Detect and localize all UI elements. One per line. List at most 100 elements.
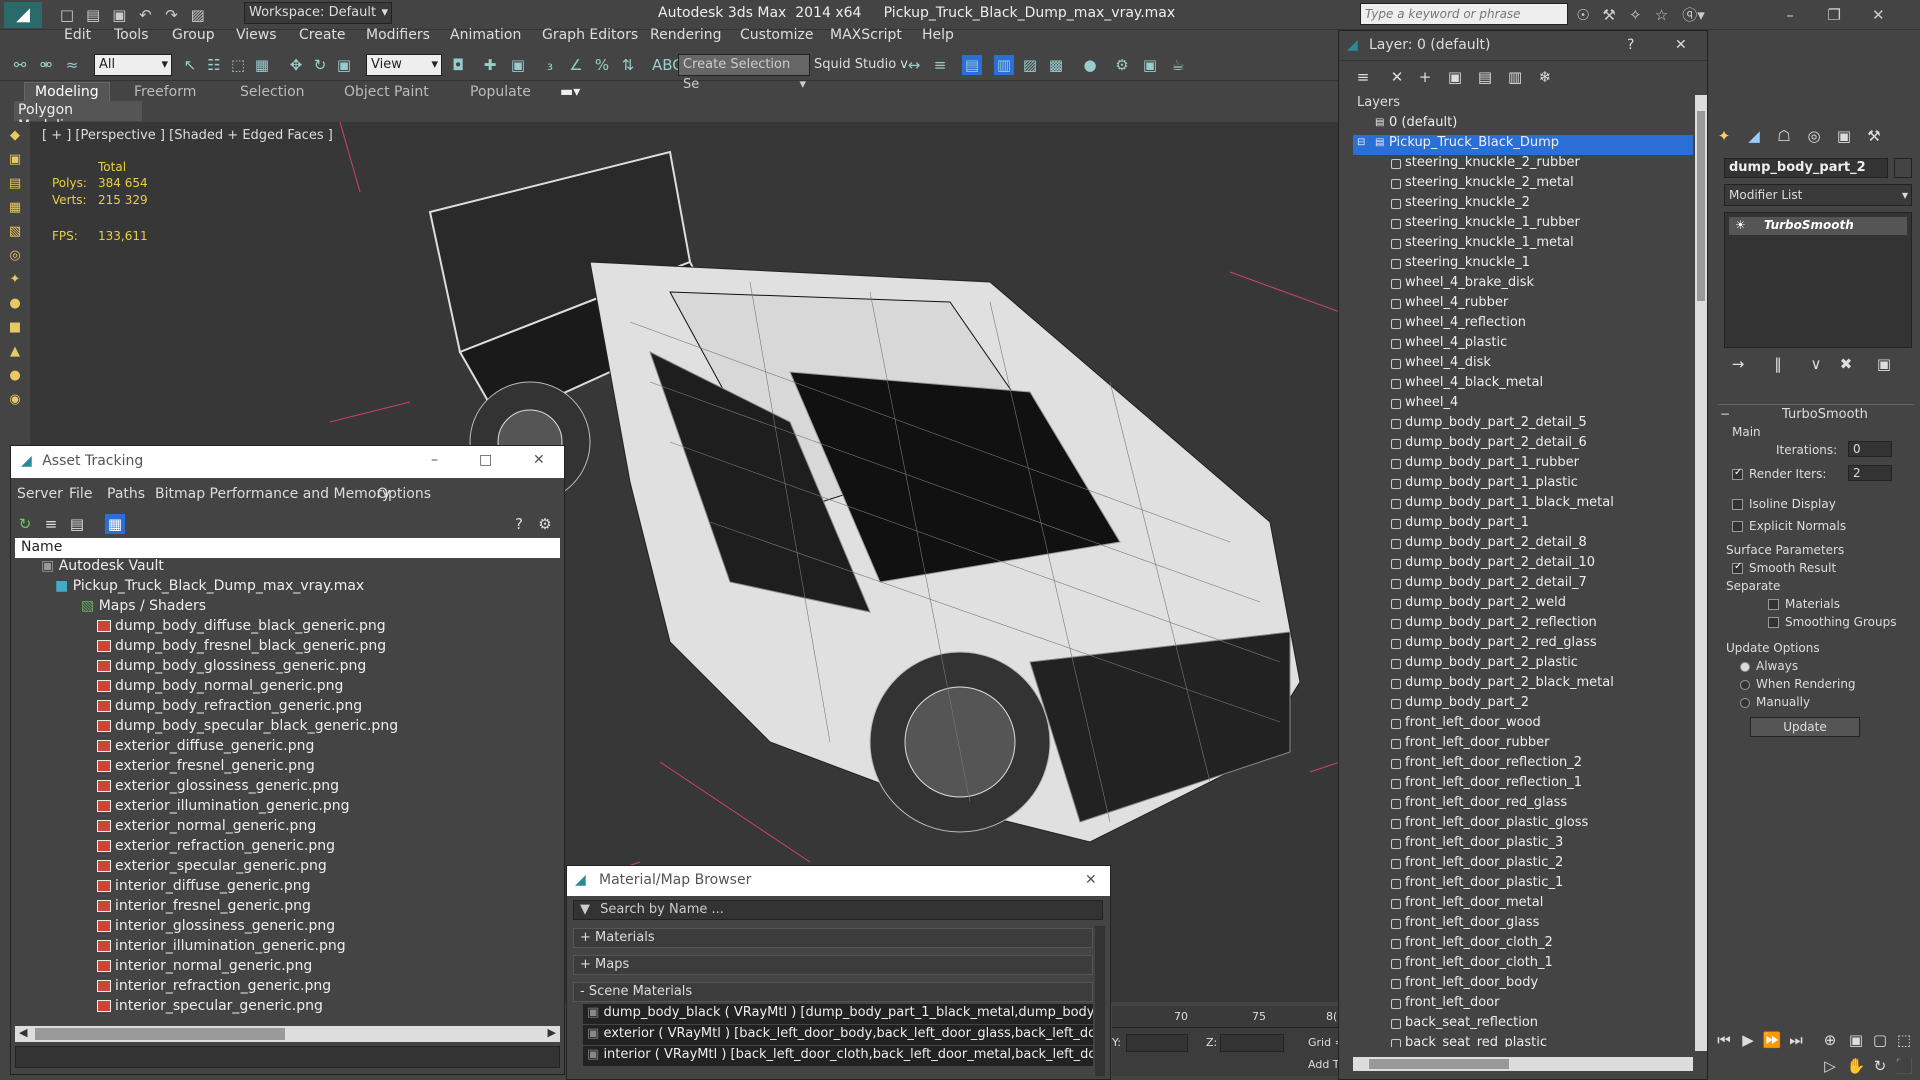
- explicit-normals-checkbox[interactable]: Explicit Normals: [1732, 519, 1846, 533]
- layer-object-row[interactable]: front_left_door_plastic_3: [1353, 835, 1693, 855]
- link-icon[interactable]: ⚯: [10, 55, 30, 75]
- delete-layer-icon[interactable]: ✕: [1387, 67, 1407, 87]
- search-input[interactable]: Type a keyword or phrase: [1360, 3, 1568, 25]
- squid-studio-label[interactable]: Squid Studio v: [814, 57, 908, 72]
- select-objects-icon[interactable]: ▣: [1445, 67, 1465, 87]
- pan-icon[interactable]: ✋: [1846, 1056, 1866, 1076]
- curve-editor-icon[interactable]: ▨: [1020, 55, 1040, 75]
- tool-icon-2[interactable]: ▣: [5, 150, 25, 170]
- map-row[interactable]: interior_glossiness_generic.png: [15, 918, 560, 938]
- layer-object-row[interactable]: front_left_door_reflection_1: [1353, 775, 1693, 795]
- hierarchy-tab-icon[interactable]: ☖: [1774, 126, 1794, 146]
- refresh-icon[interactable]: ↻: [15, 514, 35, 534]
- tool-icon-12[interactable]: ◉: [5, 390, 25, 410]
- menu-tools[interactable]: Tools: [114, 27, 149, 43]
- manually-radio-dot[interactable]: [1740, 697, 1750, 708]
- create-tab-icon[interactable]: ✦: [1714, 126, 1734, 146]
- menu-edit[interactable]: Edit: [64, 27, 91, 43]
- close-icon[interactable]: ✕: [1675, 37, 1687, 53]
- zoom-extents-icon[interactable]: ▢: [1870, 1030, 1890, 1050]
- tool-icon-4[interactable]: ▦: [5, 198, 25, 218]
- stack-item-turbosmooth[interactable]: ☀ TurboSmooth: [1729, 217, 1907, 235]
- help-icon[interactable]: ?: [509, 514, 529, 534]
- layer-object-row[interactable]: front_left_door_plastic_2: [1353, 855, 1693, 875]
- render-iters-check[interactable]: [1732, 467, 1743, 480]
- lightbulb-icon[interactable]: ☀: [1735, 218, 1746, 232]
- add-to-layer-icon[interactable]: +: [1415, 67, 1435, 87]
- time-ruler[interactable]: 70 75 8(: [1112, 1006, 1338, 1028]
- layer-object-row[interactable]: dump_body_part_2_plastic: [1353, 655, 1693, 675]
- render-iters-spinner[interactable]: 2: [1848, 465, 1892, 481]
- layer-object-row[interactable]: steering_knuckle_1: [1353, 255, 1693, 275]
- name-column-header[interactable]: Name: [15, 538, 560, 558]
- update-button[interactable]: Update: [1750, 717, 1860, 737]
- layer-pickup-truck[interactable]: ⊟ ▤ Pickup_Truck_Black_Dump: [1353, 135, 1693, 155]
- min-max-toggle-icon[interactable]: ⬛: [1894, 1056, 1914, 1076]
- ribbon-options-icon[interactable]: ▬▾: [560, 84, 580, 100]
- settings-icon[interactable]: ⚙: [535, 514, 555, 534]
- configure-sets-icon[interactable]: ▣: [1874, 354, 1894, 374]
- spinner-snap-icon[interactable]: ⇅: [618, 55, 638, 75]
- explicit-normals-check[interactable]: [1732, 521, 1743, 532]
- map-row[interactable]: interior_illumination_generic.png: [15, 938, 560, 958]
- new-file-icon[interactable]: □: [56, 5, 78, 25]
- window-crossing-icon[interactable]: ▦: [252, 55, 272, 75]
- layer-object-row[interactable]: dump_body_part_2_detail_7: [1353, 575, 1693, 595]
- layer-object-row[interactable]: wheel_4_disk: [1353, 355, 1693, 375]
- make-unique-icon[interactable]: ∨: [1806, 354, 1826, 374]
- modify-tab-icon[interactable]: ◢: [1744, 126, 1764, 146]
- layer-object-row[interactable]: dump_body_part_2_detail_6: [1353, 435, 1693, 455]
- layer-object-row[interactable]: dump_body_part_2_detail_10: [1353, 555, 1693, 575]
- menu-modifiers[interactable]: Modifiers: [366, 27, 430, 43]
- layer-object-row[interactable]: wheel_4_black_metal: [1353, 375, 1693, 395]
- restore-icon[interactable]: ❐: [1814, 5, 1854, 25]
- manually-radio[interactable]: Manually: [1740, 695, 1810, 709]
- layer-object-row[interactable]: dump_body_part_2_reflection: [1353, 615, 1693, 635]
- layer-object-row[interactable]: wheel_4_reflection: [1353, 315, 1693, 335]
- material-row[interactable]: ▣ exterior ( VRayMtl ) [back_left_door_b…: [583, 1025, 1093, 1045]
- object-name-field[interactable]: dump_body_part_2: [1724, 158, 1888, 178]
- tool-icon-8[interactable]: ●: [5, 294, 25, 314]
- display-tab-icon[interactable]: ▣: [1834, 126, 1854, 146]
- mirror-icon[interactable]: ↔: [904, 55, 924, 75]
- align-icon[interactable]: ≡: [930, 55, 950, 75]
- layer-object-row[interactable]: back_seat_red_plastic: [1353, 1035, 1693, 1047]
- menu-help[interactable]: Help: [922, 27, 954, 43]
- help-button[interactable]: ?: [1627, 37, 1634, 53]
- vault-row[interactable]: ▣ Autodesk Vault: [15, 558, 560, 578]
- material-row[interactable]: ▣ interior ( VRayMtl ) [back_left_door_c…: [583, 1046, 1093, 1066]
- graphite-tools-icon[interactable]: ▥: [994, 55, 1014, 75]
- help-icon[interactable]: ⓠ▾: [1677, 5, 1711, 25]
- freeze-all-icon[interactable]: ❄: [1535, 67, 1555, 87]
- rect-select-icon[interactable]: ⬚: [228, 55, 248, 75]
- modifier-list-dropdown[interactable]: Modifier List ▾: [1724, 184, 1912, 206]
- tool-icon-1[interactable]: ◆: [5, 126, 25, 146]
- maps-folder-row[interactable]: ▧ Maps / Shaders: [15, 598, 560, 618]
- bind-icon[interactable]: ≈: [62, 55, 82, 75]
- render-production-icon[interactable]: ☕: [1168, 55, 1188, 75]
- scroll-thumb[interactable]: [1697, 111, 1705, 301]
- scroll-thumb[interactable]: [1369, 1059, 1509, 1069]
- zoom-all-icon[interactable]: ▣: [1846, 1030, 1866, 1050]
- undo-icon[interactable]: ↶: [134, 5, 156, 25]
- snap-icon[interactable]: ₃: [540, 55, 560, 75]
- isoline-display-checkbox[interactable]: Isoline Display: [1732, 497, 1836, 511]
- redo-icon[interactable]: ↷: [161, 5, 183, 25]
- close-icon[interactable]: ✕: [533, 452, 545, 468]
- maximize-icon[interactable]: □: [479, 452, 492, 468]
- layer-object-row[interactable]: wheel_4_plastic: [1353, 335, 1693, 355]
- utilities-tab-icon[interactable]: ⚒: [1864, 126, 1884, 146]
- layer-object-row[interactable]: front_left_door_glass: [1353, 915, 1693, 935]
- asset-menu-paths[interactable]: Paths: [107, 486, 145, 502]
- create-layer-icon[interactable]: ≡: [1353, 67, 1373, 87]
- materials-check[interactable]: [1768, 599, 1779, 610]
- scene-materials-section[interactable]: - Scene Materials: [573, 982, 1093, 1002]
- map-row[interactable]: dump_body_fresnel_black_generic.png: [15, 638, 560, 658]
- layer-object-row[interactable]: dump_body_part_1_rubber: [1353, 455, 1693, 475]
- layer-object-row[interactable]: wheel_4_rubber: [1353, 295, 1693, 315]
- reference-coordinate-dropdown[interactable]: View ▾: [366, 54, 442, 76]
- layer-object-row[interactable]: front_left_door_rubber: [1353, 735, 1693, 755]
- y-coord-field[interactable]: [1126, 1034, 1188, 1052]
- map-row[interactable]: dump_body_refraction_generic.png: [15, 698, 560, 718]
- map-row[interactable]: dump_body_diffuse_black_generic.png: [15, 618, 560, 638]
